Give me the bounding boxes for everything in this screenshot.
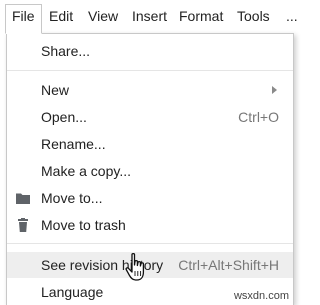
menu-more[interactable]: ... [280,4,304,28]
hand-pointer-cursor-icon [124,252,150,284]
submenu-arrow-icon [272,86,277,94]
menu-insert[interactable]: Insert [126,4,173,28]
menu-item-label: Move to... [41,190,103,206]
menu-item-move-to-trash[interactable]: Move to trash [7,212,293,238]
folder-icon [15,190,31,206]
menu-format[interactable]: Format [173,4,229,28]
trash-icon [15,217,31,233]
menu-item-see-revision-history[interactable]: See revision history Ctrl+Alt+Shift+H [7,252,293,278]
menu-item-shortcut: Ctrl+Alt+Shift+H [178,257,279,273]
menu-edit[interactable]: Edit [43,4,79,28]
menu-item-label: Share... [41,43,91,59]
menu-item-label: Make a copy... [41,163,132,179]
file-menu-dropdown: Share... New Open... Ctrl+O Rename... Ma… [6,33,294,305]
menu-item-open[interactable]: Open... Ctrl+O [7,104,293,130]
menu-item-label: New [41,82,70,98]
menu-item-label: Open... [41,109,87,125]
menu-item-label: Rename... [41,136,106,152]
menu-bar: File Edit View Insert Format Tools ... [0,0,298,34]
menu-view[interactable]: View [82,4,124,28]
menu-item-share[interactable]: Share... [7,38,293,64]
menu-file[interactable]: File [5,4,42,34]
menu-item-new[interactable]: New [7,77,293,103]
menu-item-move-to[interactable]: Move to... [7,185,293,211]
menu-item-label: Language [41,284,104,300]
watermark: wsxdn.com [233,290,289,302]
menu-separator [7,243,293,244]
menu-item-rename[interactable]: Rename... [7,131,293,157]
menu-item-shortcut: Ctrl+O [238,109,279,125]
menu-separator [7,70,293,71]
menu-tools[interactable]: Tools [231,4,276,28]
menu-item-make-copy[interactable]: Make a copy... [7,158,293,184]
menu-item-label: Move to trash [41,217,126,233]
